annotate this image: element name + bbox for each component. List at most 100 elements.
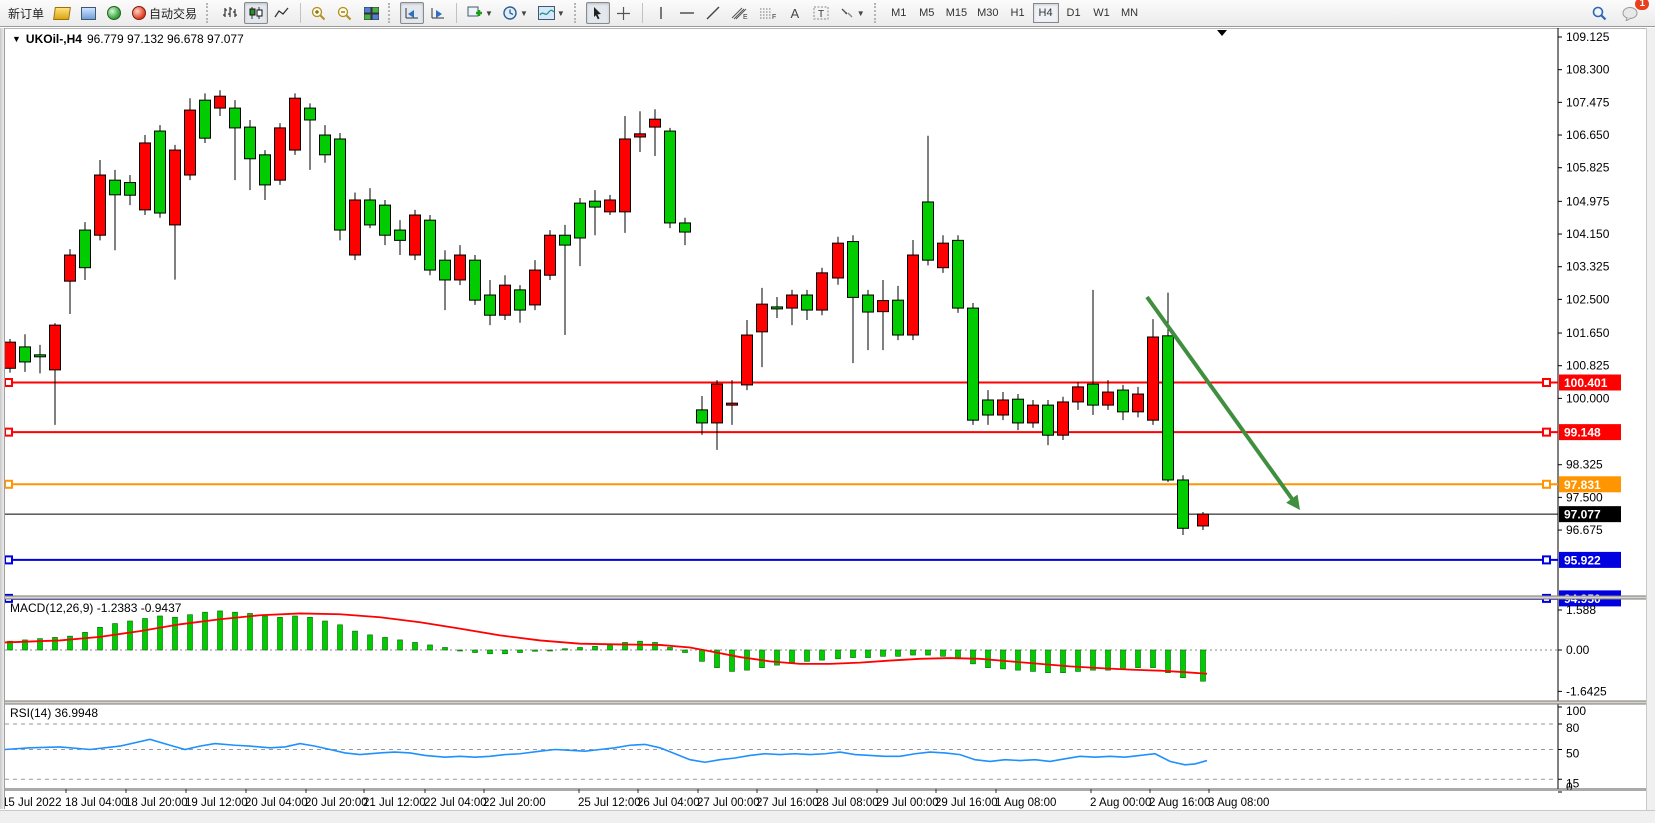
macd-histogram-bar xyxy=(1031,650,1036,671)
rsi-axis-label: 0 xyxy=(1566,780,1573,794)
zoom-out-button[interactable] xyxy=(333,2,357,24)
zoom-in-button[interactable] xyxy=(307,2,331,24)
macd-histogram-bar xyxy=(368,635,373,650)
notification-count-badge: 1 xyxy=(1635,0,1649,10)
text-label-button[interactable]: T xyxy=(809,2,833,24)
macd-histogram-bar xyxy=(518,650,523,653)
line-handle[interactable] xyxy=(5,429,12,436)
price-axis-label: 97.500 xyxy=(1566,490,1603,504)
tab-h1[interactable]: H1 xyxy=(1005,3,1031,23)
svg-text:E: E xyxy=(743,14,748,20)
macd-histogram-bar xyxy=(383,637,388,650)
macd-histogram-bar xyxy=(926,650,931,655)
metaeditor-icon[interactable] xyxy=(76,2,100,24)
status-bar xyxy=(0,810,1655,823)
time-axis-label: 20 Jul 20:00 xyxy=(305,797,368,809)
candlestick-chart-button[interactable] xyxy=(244,2,268,24)
tab-w1[interactable]: W1 xyxy=(1089,3,1115,23)
candle xyxy=(350,192,361,260)
chart-shift-button[interactable] xyxy=(426,2,450,24)
tab-d1[interactable]: D1 xyxy=(1061,3,1087,23)
time-axis-label: 22 Jul 20:00 xyxy=(483,797,546,809)
window-left-frame xyxy=(0,28,5,809)
time-axis-label: 29 Jul 00:00 xyxy=(876,797,939,809)
macd-axis-label: 1.588 xyxy=(1566,603,1596,617)
line-handle[interactable] xyxy=(1543,556,1550,563)
macd-histogram-bar xyxy=(790,650,795,663)
new-order-button[interactable]: 新订单 xyxy=(4,2,48,24)
macd-histogram-bar xyxy=(248,613,253,650)
vertical-line-button[interactable] xyxy=(649,2,673,24)
notifications-button[interactable]: 1 xyxy=(1618,2,1643,24)
line-handle[interactable] xyxy=(5,481,12,488)
price-axis-label: 100.825 xyxy=(1566,359,1610,373)
tab-m5[interactable]: M5 xyxy=(914,3,940,23)
crosshair-button[interactable] xyxy=(612,2,636,24)
time-axis-label: 28 Jul 08:00 xyxy=(816,797,879,809)
macd-histogram-bar xyxy=(428,645,433,650)
text-button[interactable]: A xyxy=(783,2,807,24)
macd-axis-label: 0.00 xyxy=(1566,643,1590,657)
fibonacci-button[interactable]: F xyxy=(755,2,781,24)
macd-histogram-bar xyxy=(760,650,765,668)
bar-chart-button[interactable] xyxy=(218,2,242,24)
time-axis-label: 15 Jul 2022 xyxy=(2,797,61,809)
candle xyxy=(908,240,919,340)
main-toolbar: 新订单 自动交易 ▼ ▼ ▼ E F A T ▼ M xyxy=(0,0,1655,27)
time-axis-label: 26 Jul 04:00 xyxy=(637,797,700,809)
time-axis-label: 27 Jul 00:00 xyxy=(697,797,760,809)
chevron-down-icon[interactable]: ▼ xyxy=(12,34,21,44)
price-axis-label: 96.675 xyxy=(1566,523,1603,537)
price-axis-label: 108.300 xyxy=(1566,63,1610,77)
equidistant-channel-button[interactable]: E xyxy=(727,2,753,24)
autotrade-icon xyxy=(132,6,146,20)
tab-m15[interactable]: M15 xyxy=(942,3,971,23)
macd-histogram-bar xyxy=(593,646,598,650)
auto-scroll-button[interactable] xyxy=(400,2,424,24)
tab-h4[interactable]: H4 xyxy=(1033,3,1059,23)
time-axis-label: 29 Jul 16:00 xyxy=(935,797,998,809)
price-axis-label: 104.150 xyxy=(1566,227,1610,241)
line-handle[interactable] xyxy=(5,379,12,386)
arrows-tool-button[interactable]: ▼ xyxy=(835,2,869,24)
new-chart-button[interactable]: ▼ xyxy=(463,2,497,24)
gold-box-icon[interactable] xyxy=(50,2,74,24)
line-handle[interactable] xyxy=(1543,481,1550,488)
candle xyxy=(1058,397,1069,440)
tile-windows-icon[interactable] xyxy=(359,2,383,24)
line-handle[interactable] xyxy=(1543,429,1550,436)
time-axis-label: 22 Jul 04:00 xyxy=(424,797,487,809)
price-badge-label: 99.148 xyxy=(1564,426,1601,440)
cursor-button[interactable] xyxy=(586,2,610,24)
macd-histogram-bar xyxy=(98,627,103,650)
macd-label: MACD(12,26,9) -1.2383 -0.9437 xyxy=(10,601,182,615)
candle xyxy=(335,133,346,240)
line-handle[interactable] xyxy=(5,556,12,563)
timeframes-menu-button[interactable]: ▼ xyxy=(499,2,532,24)
time-axis-label: 20 Jul 04:00 xyxy=(245,797,308,809)
macd-histogram-bar xyxy=(458,650,463,651)
macd-histogram-bar xyxy=(1151,650,1156,668)
macd-histogram-bar xyxy=(533,650,538,651)
macd-histogram-bar xyxy=(503,650,508,654)
line-chart-button[interactable] xyxy=(270,2,294,24)
macd-histogram-bar xyxy=(745,650,750,670)
line-handle[interactable] xyxy=(1543,379,1550,386)
globe-icon[interactable] xyxy=(102,2,126,24)
time-axis-label: 1 Aug 08:00 xyxy=(995,797,1056,809)
macd-histogram-bar xyxy=(203,612,208,650)
chart-canvas[interactable]: 109.125108.300107.475106.650105.825104.9… xyxy=(0,28,1655,823)
tab-mn[interactable]: MN xyxy=(1117,3,1143,23)
templates-button[interactable]: ▼ xyxy=(534,2,569,24)
tab-m30[interactable]: M30 xyxy=(973,3,1002,23)
autotrade-button[interactable]: 自动交易 xyxy=(128,2,201,24)
horizontal-line-button[interactable] xyxy=(675,2,699,24)
candle xyxy=(817,268,828,316)
macd-histogram-bar xyxy=(911,650,916,655)
search-icon[interactable] xyxy=(1588,2,1612,24)
trendline-button[interactable] xyxy=(701,2,725,24)
macd-histogram-bar xyxy=(1046,650,1051,673)
macd-histogram-bar xyxy=(188,615,193,650)
tab-m1[interactable]: M1 xyxy=(886,3,912,23)
macd-histogram-bar xyxy=(218,611,223,650)
